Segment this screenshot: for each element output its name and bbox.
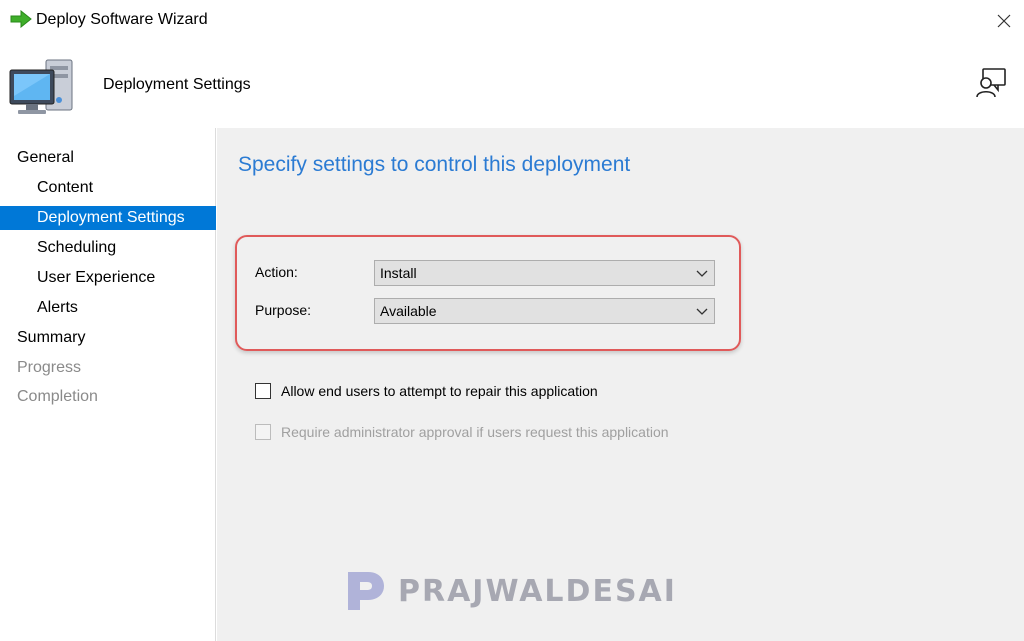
computer-icon: [9, 59, 73, 114]
wizard-header: Deployment Settings: [0, 42, 1024, 128]
nav-item-scheduling[interactable]: Scheduling: [0, 236, 216, 260]
close-button[interactable]: [988, 6, 1020, 36]
window-title: Deploy Software Wizard: [36, 11, 208, 28]
watermark-logo-icon: [348, 572, 384, 610]
chevron-down-icon: [696, 270, 708, 277]
watermark: PRAJWALDESAI: [344, 566, 684, 616]
title-bar: Deploy Software Wizard: [0, 0, 1024, 42]
chevron-down-icon: [696, 308, 708, 315]
wizard-navigation: General Content Deployment Settings Sche…: [0, 128, 216, 641]
purpose-label: Purpose:: [255, 302, 312, 318]
action-value: Install: [380, 265, 417, 281]
action-dropdown[interactable]: Install: [374, 260, 715, 286]
page-title: Deployment Settings: [103, 76, 251, 93]
purpose-dropdown[interactable]: Available: [374, 298, 715, 324]
nav-item-alerts[interactable]: Alerts: [0, 296, 216, 320]
nav-item-completion: Completion: [17, 388, 98, 405]
purpose-value: Available: [380, 303, 437, 319]
nav-item-summary[interactable]: Summary: [0, 326, 216, 350]
repair-checkbox-row[interactable]: Allow end users to attempt to repair thi…: [255, 383, 598, 399]
main-panel: Specify settings to control this deploym…: [217, 128, 1024, 641]
approval-checkbox: [255, 424, 271, 440]
action-label: Action:: [255, 264, 298, 280]
repair-checkbox-label: Allow end users to attempt to repair thi…: [281, 383, 598, 399]
green-arrow-icon: [10, 10, 32, 28]
section-heading: Specify settings to control this deploym…: [238, 153, 631, 176]
watermark-text: PRAJWALDESAI: [398, 573, 677, 609]
approval-checkbox-row: Require administrator approval if users …: [255, 424, 669, 440]
highlight-annotation: [235, 235, 741, 351]
nav-item-deployment-settings[interactable]: Deployment Settings: [0, 206, 216, 230]
feedback-icon[interactable]: [974, 66, 1008, 100]
nav-item-content[interactable]: Content: [0, 176, 216, 200]
nav-item-user-experience[interactable]: User Experience: [0, 266, 216, 290]
close-icon: [997, 14, 1011, 28]
nav-item-general[interactable]: General: [0, 146, 216, 170]
approval-checkbox-label: Require administrator approval if users …: [281, 424, 669, 440]
nav-item-progress: Progress: [17, 359, 82, 376]
repair-checkbox[interactable]: [255, 383, 271, 399]
